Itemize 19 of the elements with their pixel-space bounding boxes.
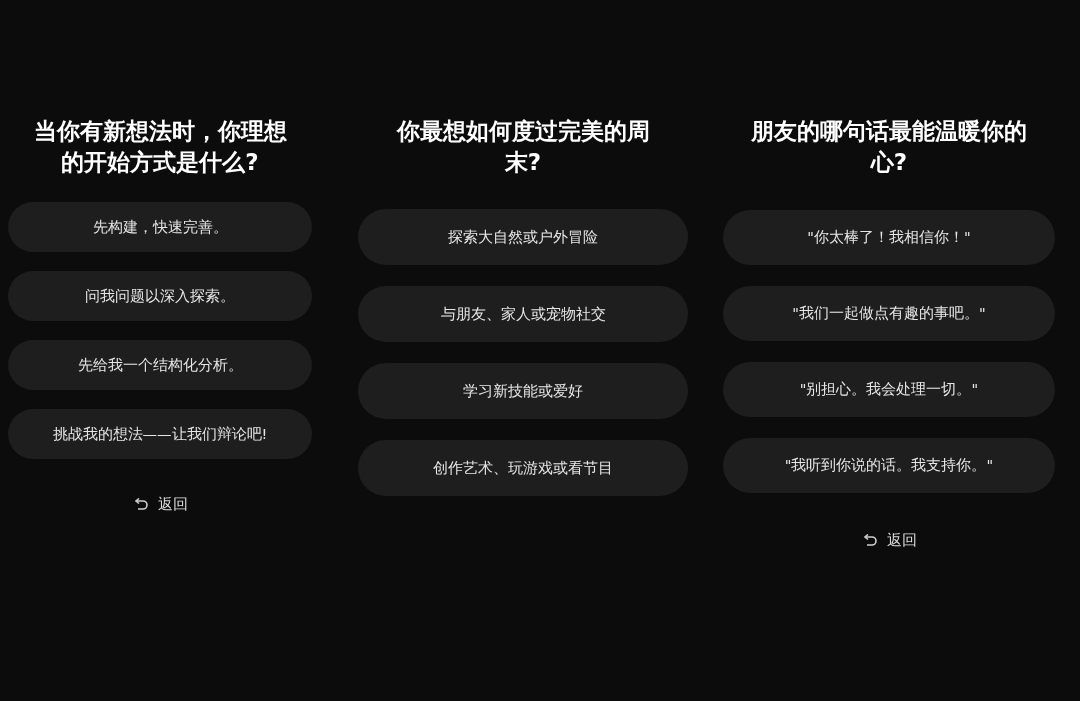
answer-option[interactable]: "我们一起做点有趣的事吧。" [723,286,1055,341]
answer-option[interactable]: 创作艺术、玩游戏或看节目 [358,440,688,496]
answer-option[interactable]: 与朋友、家人或宠物社交 [358,286,688,342]
question-title: 朋友的哪句话最能温暖你的心? [750,117,1028,177]
undo-arrow-icon [132,497,149,512]
back-button[interactable]: 返回 [857,527,921,554]
question-title: 你最想如何度过完美的周末? [395,117,651,177]
answer-option[interactable]: "你太棒了！我相信你！" [723,210,1055,265]
answer-option[interactable]: 先给我一个结构化分析。 [8,340,312,390]
answer-option[interactable]: 先构建，快速完善。 [8,202,312,252]
answer-option[interactable]: 探索大自然或户外冒险 [358,209,688,265]
back-button[interactable]: 返回 [128,491,192,518]
question-title: 当你有新想法时，你理想的开始方式是什么? [32,117,288,177]
answer-option[interactable]: 挑战我的想法——让我们辩论吧! [8,409,312,459]
answer-option[interactable]: 问我问题以深入探索。 [8,271,312,321]
undo-arrow-icon [861,533,878,548]
answer-option[interactable]: "我听到你说的话。我支持你。" [723,438,1055,493]
answer-option[interactable]: 学习新技能或爱好 [358,363,688,419]
answer-option[interactable]: "别担心。我会处理一切。" [723,362,1055,417]
